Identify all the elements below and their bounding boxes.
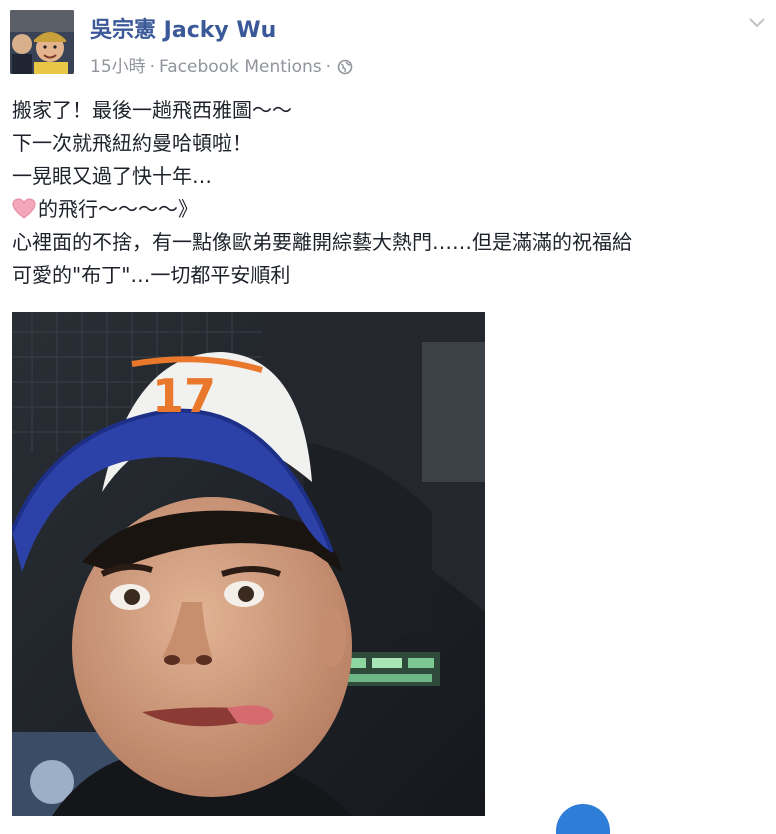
selfie-photo: 17 [12,312,485,816]
meta-separator: · [325,57,332,77]
post-text-segment: 的飛行～～～～》 [38,197,198,221]
post-text-line: 一晃眼又過了快十年… [12,164,212,188]
post-timestamp[interactable]: 15小時 [90,57,146,77]
floating-action-button[interactable] [556,804,610,834]
avatar-image [10,10,74,74]
post-source[interactable]: Facebook Mentions [159,57,322,77]
meta-separator: · [149,57,156,77]
globe-icon[interactable] [337,59,353,80]
post-text-line: 搬家了！最後一趟飛西雅圖～～ [12,98,292,122]
author-name[interactable]: 吳宗憲 Jacky Wu [90,12,276,44]
post-text-line: 可愛的"布丁"…一切都平安順利 [12,263,291,287]
post-text-line-with-heart: 的飛行～～～～》 [12,193,772,226]
post-text: 搬家了！最後一趟飛西雅圖～～ 下一次就飛紐約曼哈頓啦！ 一晃眼又過了快十年… 的… [12,94,772,292]
post-photo[interactable]: 17 [12,312,485,816]
chevron-down-icon[interactable] [748,14,766,33]
facebook-post: 吳宗憲 Jacky Wu 15小時 · Facebook Mentions · 搬家了… [0,0,776,834]
avatar[interactable] [10,10,74,74]
post-meta: 15小時 · Facebook Mentions · [90,52,353,80]
cap-number: 17 [152,369,216,423]
post-text-line: 心裡面的不捨，有一點像歐弟要離開綜藝大熱門……但是滿滿的祝福給 [12,230,632,254]
post-text-line: 下一次就飛紐約曼哈頓啦！ [12,131,252,155]
